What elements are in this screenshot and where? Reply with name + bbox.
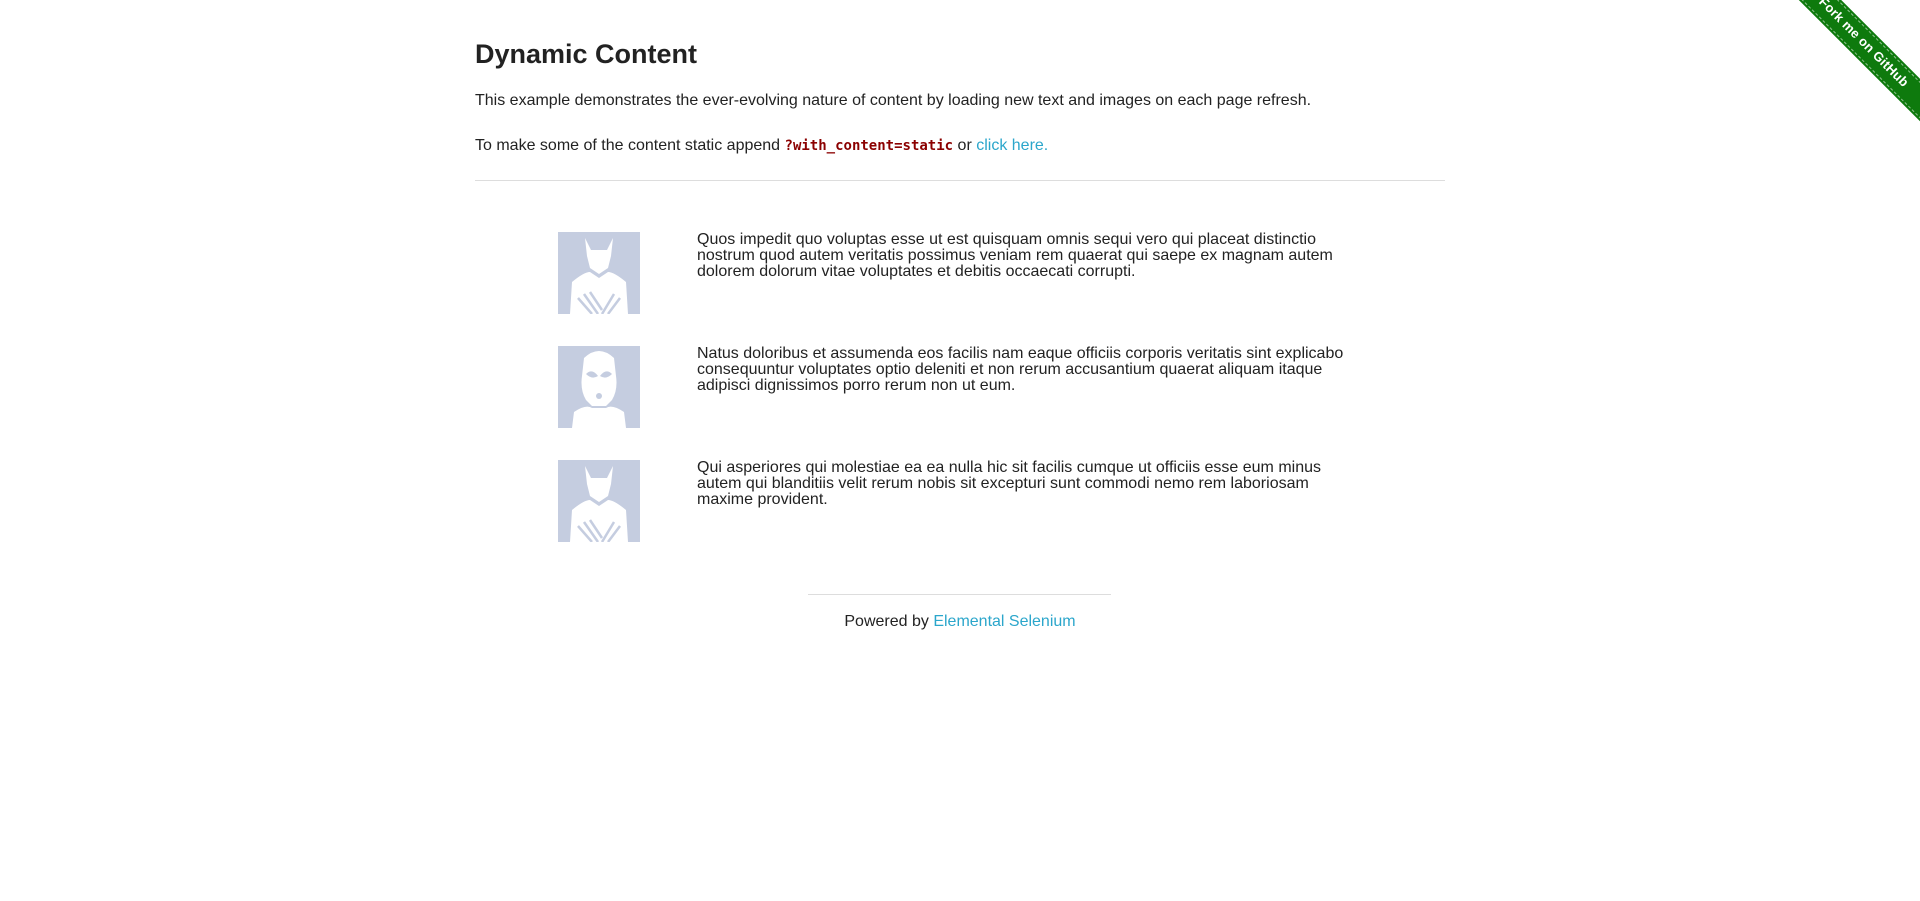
static-prefix-text: To make some of the content static appen…	[475, 137, 785, 154]
footer-divider	[808, 594, 1111, 595]
page-footer: Powered by Elemental Selenium	[0, 613, 1920, 631]
click-here-link[interactable]: click here.	[976, 137, 1048, 154]
row-text: Natus doloribus et assumenda eos facilis…	[697, 345, 1344, 394]
fork-me-on-github-ribbon[interactable]: Fork me on GitHub	[1772, 0, 1920, 134]
content-row: Natus doloribus et assumenda eos facilis…	[558, 346, 1378, 430]
header-divider	[475, 180, 1445, 181]
static-or-text: or	[953, 137, 977, 154]
content-row: Qui asperiores qui molestiae ea ea nulla…	[558, 460, 1378, 544]
page-description: This example demonstrates the ever-evolv…	[475, 92, 1312, 109]
wolverine-avatar-icon	[558, 232, 640, 314]
static-param-code: ?with_content=static	[784, 138, 954, 154]
footer-prefix-text: Powered by	[844, 613, 934, 630]
stormtrooper-avatar-icon	[558, 346, 640, 428]
github-ribbon-container: Fork me on GitHub	[1771, 0, 1920, 149]
static-content-instructions: To make some of the content static appen…	[475, 137, 1048, 155]
elemental-selenium-link[interactable]: Elemental Selenium	[933, 613, 1075, 630]
content-row: Quos impedit quo voluptas esse ut est qu…	[558, 232, 1378, 316]
row-text: Quos impedit quo voluptas esse ut est qu…	[697, 231, 1333, 280]
wolverine-avatar-icon	[558, 460, 640, 542]
row-text: Qui asperiores qui molestiae ea ea nulla…	[697, 459, 1321, 508]
page-title: Dynamic Content	[475, 39, 698, 69]
